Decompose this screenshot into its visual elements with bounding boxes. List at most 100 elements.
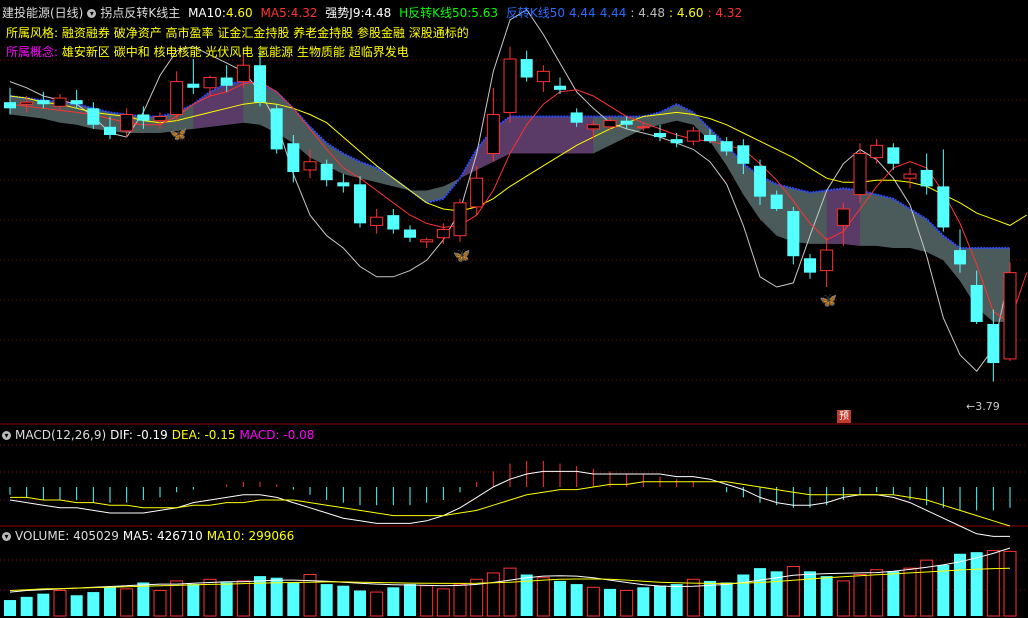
style-label: 所属风格: [6,26,59,40]
volume-bar [604,588,616,616]
extra-value-2: : 4.60 [668,6,704,20]
volume-bar [670,584,683,616]
candle-body [770,194,783,209]
volume-bar [104,587,116,616]
volume-bar [420,585,434,617]
volume-bar [570,584,583,616]
candle-body [820,249,834,272]
volume-bar [20,596,33,616]
volume-bar [387,587,400,616]
candle-body [20,101,34,105]
dea-value: DEA: -0.15 [171,428,236,442]
candle-body [503,58,517,113]
volume-bar [453,583,467,617]
candle-body [370,216,384,226]
candle-body [137,114,150,121]
candle-body [4,102,16,109]
macd-label[interactable]: MACD(12,26,9) [15,428,106,442]
volume-bar [954,553,966,616]
butterfly-icon: 🦋 [170,127,188,143]
volume-bar [836,580,850,617]
candle-body [320,163,333,181]
candle-body [404,229,416,238]
candle-body [486,113,500,155]
volume-bar [903,567,917,617]
candle-body [536,70,550,83]
volume-bar [620,589,634,617]
rev-value-2: 4.44 [599,6,627,20]
volume-bar [320,584,333,616]
candle-body [436,229,450,239]
style-row: 所属风格: 融资融券 破净资产 高市盈率 证金汇金持股 养老金持股 参股金融 深… [6,26,469,40]
style-value: 融资融券 破净资产 高市盈率 证金汇金持股 养老金持股 参股金融 深股通标的 [61,26,469,40]
volume-bar [887,571,900,616]
volume-bar [536,577,550,617]
volume-label[interactable]: VOLUME: 405029 [15,529,119,543]
volume-bar [870,569,884,617]
volume-bar [404,584,416,616]
indicator-name[interactable]: 拐点反转K线主 [100,6,180,20]
volume-bar [1003,550,1017,617]
candle-body [804,258,816,273]
volume-bar [187,584,200,616]
stock-name[interactable]: 建投能源(日线) [2,6,83,20]
butterfly-icon: 🦋 [453,248,471,264]
vol-ma10-value: MA10: 299066 [206,529,295,543]
ma10-value: 4.60 [225,6,253,20]
candle-body [287,143,300,172]
volume-bar [786,566,800,617]
volume-bar [654,585,666,616]
volume-bar [586,586,600,617]
candle-body [554,85,566,90]
candle-body [720,141,733,152]
low-price-label: ←3.79 [966,400,1000,413]
candle-body [570,112,583,123]
candle-body [686,130,700,142]
candle-body [354,184,366,224]
volume-bar [937,564,950,616]
volume-bar [137,582,150,616]
circle-icon[interactable]: ▾ [87,9,97,18]
candle-body [470,177,484,208]
volume-bar [970,552,983,616]
volume-bar [486,572,500,617]
candle-body [920,169,933,187]
ma10-label: MA10: [188,6,226,20]
volume-bar [737,574,750,616]
candle-body [903,173,917,179]
candle-body [836,208,850,226]
volume-bar [804,571,816,616]
candle-body [870,144,884,159]
candle-body [303,161,317,171]
candle-body [120,113,134,132]
rev-label: 反转K线50 [505,6,565,20]
volume-bar [503,567,517,617]
forecast-label: 预 [837,410,851,423]
candle-body [53,97,67,107]
circle-icon[interactable]: ▾ [2,431,11,440]
candle-body [236,64,250,83]
candle-body [603,120,617,128]
candle-body [104,126,116,136]
concept-row: 所属概念: 雄安新区 碳中和 核电核能 光伏风电 氢能源 生物质能 超临界发电 [6,45,409,59]
ma5-label: MA5: [260,6,291,20]
dif-value: DIF: -0.19 [110,428,168,442]
vol-ma5-value: MA5: 426710 [122,529,203,543]
h-rev-label: H反转K线50: [399,6,472,20]
candle-body [70,100,83,105]
candle-body [987,324,1000,364]
candle-body [453,202,467,237]
strong-value: 4.48 [364,6,392,20]
volume-bar [370,591,384,617]
extra-value-3: : 4.32 [707,6,743,20]
volume-bar [637,587,650,616]
butterfly-icon: 🦋 [820,293,838,309]
circle-icon[interactable]: ▾ [2,532,11,541]
candle-body [970,284,983,322]
candle-body [37,100,50,105]
volume-bar [754,568,766,616]
concept-label: 所属概念: [6,45,59,59]
candle-body [337,182,350,187]
h-rev-value: 5.63 [471,6,498,20]
candle-body [387,215,400,230]
